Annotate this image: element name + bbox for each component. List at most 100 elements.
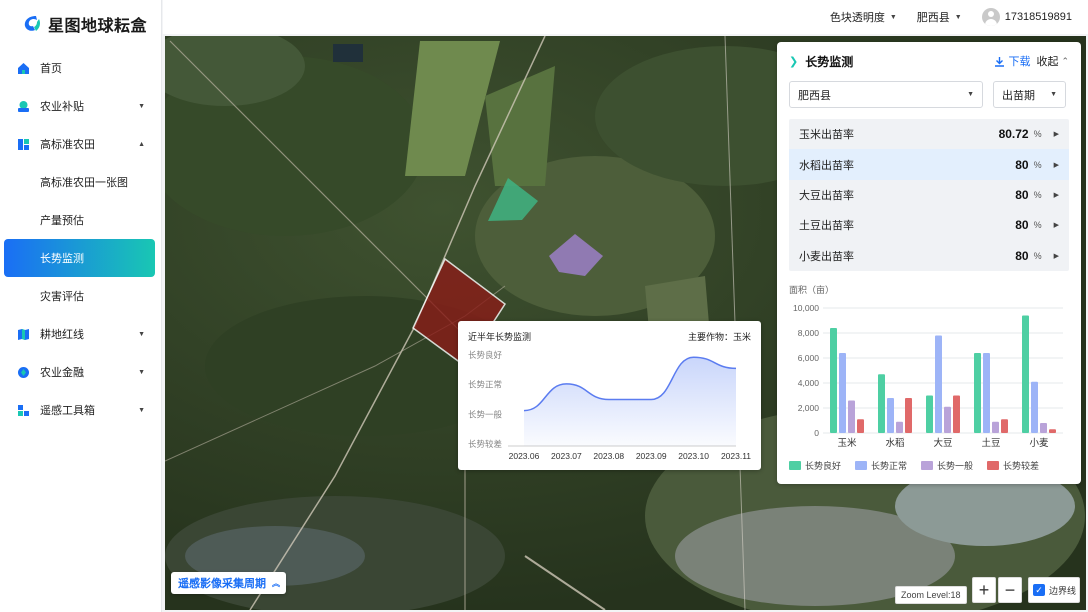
panel-title-text: 长势监测 bbox=[805, 54, 854, 69]
opacity-dropdown[interactable]: 色块透明度 ▼ bbox=[830, 9, 897, 25]
x-tick-label: 2023.07 bbox=[551, 451, 582, 461]
legend-item[interactable]: 长势较差 bbox=[987, 459, 1039, 472]
legend-item[interactable]: 长势一般 bbox=[921, 459, 973, 472]
rate-row-soybean[interactable]: 大豆出苗率 80 % ▶ bbox=[789, 180, 1069, 210]
rate-value: 80 bbox=[1015, 157, 1029, 172]
emergence-rate-list: 玉米出苗率 80.72 % ▶ 水稻出苗率 80 % ▶ 大豆出苗率 80 % … bbox=[789, 119, 1069, 271]
sidebar-item-finance[interactable]: 农业金融 ▼ bbox=[0, 353, 161, 391]
chevron-right-icon: ❯ bbox=[789, 55, 799, 68]
avatar bbox=[981, 8, 1000, 26]
bar[interactable] bbox=[1049, 429, 1056, 433]
bar-chart-legend: 长势良好 长势正常 长势一般 长势较差 bbox=[789, 459, 1039, 472]
sidebar-item-subsidy[interactable]: 农业补贴 ▼ bbox=[0, 87, 161, 125]
app-logo[interactable]: 星图地球耘盒 bbox=[0, 0, 161, 48]
bar[interactable] bbox=[953, 395, 960, 434]
bar[interactable] bbox=[905, 398, 912, 433]
x-tick-label: 土豆 bbox=[981, 437, 1000, 449]
bar[interactable] bbox=[1040, 423, 1047, 433]
bar[interactable] bbox=[974, 353, 981, 433]
rate-label: 玉米出苗率 bbox=[799, 129, 854, 142]
download-button[interactable]: 下载 bbox=[994, 53, 1030, 69]
sidebar-item-toolbox[interactable]: 遥感工具箱 ▼ bbox=[0, 391, 161, 429]
sidebar-item-label: 遥感工具箱 bbox=[40, 405, 95, 417]
bar[interactable] bbox=[896, 421, 903, 433]
region-dropdown[interactable]: 肥西县 ▼ bbox=[917, 9, 962, 25]
sidebar-item-home[interactable]: 首页 bbox=[0, 49, 161, 87]
imagery-cycle-button[interactable]: 遥感影像采集周期 ︽ bbox=[171, 572, 286, 594]
bar[interactable] bbox=[1001, 419, 1008, 433]
bar[interactable] bbox=[983, 353, 990, 433]
rate-row-potato[interactable]: 土豆出苗率 80 % ▶ bbox=[789, 210, 1069, 240]
legend-item[interactable]: 长势良好 bbox=[789, 459, 841, 472]
sidebar-item-farmland[interactable]: 高标准农田 ▲ bbox=[0, 125, 161, 163]
rate-row-corn[interactable]: 玉米出苗率 80.72 % ▶ bbox=[789, 119, 1069, 149]
caret-down-icon: ▼ bbox=[138, 330, 145, 338]
x-tick-label: 玉米 bbox=[837, 437, 857, 449]
caret-down-icon: ▼ bbox=[967, 91, 974, 98]
y-tick-label: 2,000 bbox=[798, 403, 820, 413]
bar[interactable] bbox=[878, 374, 885, 433]
caret-down-icon: ▼ bbox=[138, 368, 145, 376]
logo-icon bbox=[24, 16, 40, 31]
x-tick-label: 2023.06 bbox=[509, 451, 540, 461]
top-bar: 色块透明度 ▼ 肥西县 ▼ 17318519891 bbox=[163, 0, 1088, 34]
line-area bbox=[524, 357, 736, 446]
growth-trend-line-chart: 长势良好长势正常长势一般长势较差 2023.06 2023.07 2023.08 202… bbox=[468, 350, 751, 461]
sidebar-item-label: 灾害评估 bbox=[40, 291, 84, 303]
bar[interactable] bbox=[887, 398, 894, 433]
legend-label: 长势较差 bbox=[1003, 461, 1040, 471]
map-book-icon bbox=[16, 327, 30, 341]
zoom-in-button[interactable]: + bbox=[972, 577, 996, 603]
period-select[interactable]: 出苗期 ▼ bbox=[993, 81, 1066, 108]
rate-row-wheat[interactable]: 小麦出苗率 80 % ▶ bbox=[789, 241, 1069, 271]
y-tick-label: 0 bbox=[814, 428, 819, 438]
rate-row-rice[interactable]: 水稻出苗率 80 % ▶ bbox=[789, 149, 1069, 180]
sidebar-item-yield-estimate[interactable]: 产量预估 bbox=[0, 201, 161, 239]
zoom-out-button[interactable]: − bbox=[998, 577, 1022, 603]
bar[interactable] bbox=[992, 421, 999, 433]
boundary-toggle[interactable]: ✓ 边界线 bbox=[1028, 577, 1080, 603]
growth-monitor-panel: ❯ 长势监测 下载 收起 ⌃ 肥西县 ▼ 出苗期 ▼ 玉米出苗率 80.72 %… bbox=[777, 42, 1081, 484]
chevron-up-icon: ︽ bbox=[272, 578, 280, 588]
sidebar-item-label: 长势监测 bbox=[40, 253, 84, 265]
county-select-value: 肥西县 bbox=[798, 89, 831, 102]
checkbox-checked-icon: ✓ bbox=[1033, 584, 1045, 596]
county-select[interactable]: 肥西县 ▼ bbox=[789, 81, 983, 108]
sidebar-item-growth-monitor[interactable]: 长势监测 bbox=[4, 239, 155, 277]
y-tick-label: 10,000 bbox=[793, 303, 819, 313]
farmland-icon bbox=[16, 137, 30, 151]
bar[interactable] bbox=[1031, 381, 1038, 433]
sidebar-item-redline[interactable]: 耕地红线 ▼ bbox=[0, 315, 161, 353]
x-tick-label: 2023.10 bbox=[678, 451, 709, 461]
sidebar: 星图地球耘盒 首页 农业补贴 ▼ 高标准农田 ▲ 高标准农田一张图 产量预估 长… bbox=[0, 0, 162, 612]
rate-label: 大豆出苗率 bbox=[799, 189, 854, 202]
caret-right-icon: ▶ bbox=[1053, 161, 1059, 169]
caret-down-icon: ▼ bbox=[138, 102, 145, 110]
rate-value: 80 bbox=[1015, 248, 1029, 263]
bar[interactable] bbox=[830, 328, 837, 433]
x-tick-label: 小麦 bbox=[1029, 437, 1049, 449]
bar[interactable] bbox=[935, 335, 942, 434]
app-title: 星图地球耘盒 bbox=[48, 18, 148, 35]
bar[interactable] bbox=[857, 419, 864, 433]
y-tick-label: 长势正常 bbox=[468, 380, 502, 390]
bar[interactable] bbox=[1022, 315, 1029, 434]
caret-up-icon: ▲ bbox=[138, 140, 145, 148]
rate-value: 80.72 bbox=[998, 127, 1029, 142]
sidebar-item-farmland-map[interactable]: 高标准农田一张图 bbox=[0, 163, 161, 201]
bar[interactable] bbox=[944, 406, 951, 433]
collapse-button[interactable]: 收起 ⌃ bbox=[1036, 53, 1069, 69]
legend-item[interactable]: 长势正常 bbox=[855, 459, 907, 472]
sidebar-item-disaster-assessment[interactable]: 灾害评估 bbox=[0, 277, 161, 315]
bar[interactable] bbox=[926, 395, 933, 434]
rate-unit: % bbox=[1033, 189, 1042, 200]
bar[interactable] bbox=[848, 400, 855, 434]
y-tick-label: 8,000 bbox=[798, 328, 820, 338]
chevron-up-icon: ⌃ bbox=[1061, 55, 1069, 66]
legend-swatch bbox=[789, 461, 801, 470]
user-menu[interactable]: 17318519891 bbox=[981, 8, 1072, 26]
x-tick-label: 大豆 bbox=[933, 437, 952, 449]
y-tick-label: 4,000 bbox=[798, 378, 820, 388]
rate-unit: % bbox=[1033, 250, 1042, 261]
bar[interactable] bbox=[839, 353, 846, 433]
